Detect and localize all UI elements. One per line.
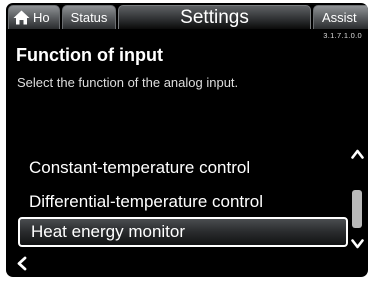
- menu-number: 3.1.7.1.0.0: [323, 31, 362, 40]
- display-screen: Ho Status Settings Assist 3.1.7.1.0.0 Fu…: [6, 3, 368, 277]
- chevron-left-icon[interactable]: [16, 256, 28, 271]
- tab-status[interactable]: Status: [62, 5, 116, 29]
- tab-home-label: Ho: [33, 10, 50, 25]
- chevron-down-icon[interactable]: [351, 239, 364, 249]
- chevron-up-icon[interactable]: [351, 149, 364, 159]
- tab-settings-label: Settings: [180, 6, 249, 28]
- tab-assist[interactable]: Assist: [313, 5, 368, 29]
- page-description: Select the function of the analog input.: [17, 75, 239, 90]
- list-item-heat-energy-monitor[interactable]: Heat energy monitor: [18, 217, 348, 247]
- list-item-constant-temperature-control[interactable]: Constant-temperature control: [18, 153, 348, 183]
- option-list: Constant-temperature control Differentia…: [18, 151, 348, 251]
- tab-settings[interactable]: Settings: [118, 5, 311, 29]
- home-icon: [13, 10, 30, 25]
- tab-assist-label: Assist: [322, 10, 357, 25]
- tab-home[interactable]: Ho: [8, 5, 60, 29]
- tab-status-label: Status: [70, 10, 108, 25]
- list-item-differential-temperature-control[interactable]: Differential-temperature control: [18, 187, 348, 217]
- scrollbar-thumb[interactable]: [352, 190, 362, 228]
- page-title: Function of input: [16, 45, 163, 65]
